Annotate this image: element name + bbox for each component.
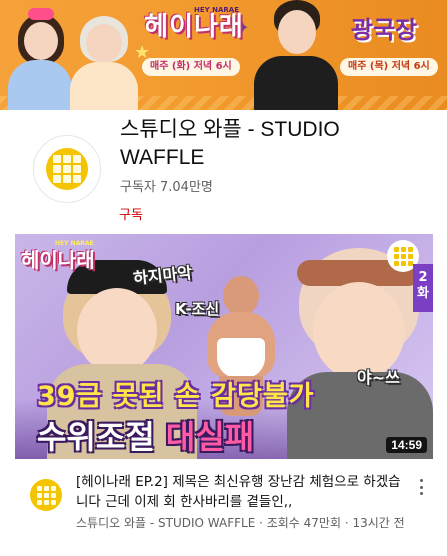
thumbnail-headline-2b: 대실패 bbox=[165, 418, 255, 456]
thumbnail-headline-2a: 수위조절 bbox=[37, 418, 166, 456]
thumbnail-headline-1: 39금 못된 손 감당불가 bbox=[37, 381, 315, 412]
video-duration: 14:59 bbox=[386, 437, 427, 453]
banner-show-logo-right: 광국장 bbox=[350, 16, 418, 44]
channel-avatar[interactable] bbox=[33, 135, 101, 203]
banner-schedule-right: 매주 (목) 저녁 6시 bbox=[340, 58, 438, 76]
channel-name: 스튜디오 와플 - STUDIO WAFFLE bbox=[120, 118, 340, 169]
video-title[interactable]: [헤이나래 EP.2] 제목은 최신유행 장난감 체험으로 하겠습니다 근데 이… bbox=[76, 472, 406, 512]
thumbnail-person-right bbox=[287, 242, 433, 459]
banner-host-1 bbox=[8, 6, 72, 110]
thumbnail-show-logo-sub: HEY NARAE bbox=[55, 240, 94, 247]
waffle-logo-icon bbox=[36, 485, 56, 505]
thumbnail-caption-right: 야~쓰 bbox=[357, 368, 400, 387]
thumbnail-headline-2: 수위조절 대실패 bbox=[37, 412, 254, 458]
video-thumbnail[interactable]: 헤이나래 HEY NARAE 하지마악 K-조신 야~쓰 2화 39금 못된 손… bbox=[15, 234, 433, 459]
banner-schedule-left: 매주 (화) 저녁 6시 bbox=[142, 58, 240, 76]
video-meta: 스튜디오 와플 - STUDIO WAFFLE · 조회수 47만회 · 13시… bbox=[76, 516, 405, 530]
subscriber-count: 구독자 7.04만명 bbox=[120, 180, 213, 195]
subscribe-button[interactable]: 구독 bbox=[119, 204, 143, 223]
thumbnail-show-logo: 헤이나래 bbox=[21, 248, 95, 272]
more-vert-icon[interactable] bbox=[414, 476, 428, 498]
video-channel-avatar[interactable] bbox=[30, 479, 62, 511]
channel-banner: ★ ✦ 헤이나래 HEY NARAE 매주 (화) 저녁 6시 광국장 매주 (… bbox=[0, 0, 447, 110]
banner-host-3 bbox=[254, 0, 338, 110]
episode-badge: 2화 bbox=[413, 264, 433, 312]
thumbnail-caption-mid: K-조신 bbox=[175, 300, 220, 318]
waffle-logo-icon bbox=[46, 148, 88, 190]
banner-host-2 bbox=[70, 6, 138, 110]
banner-show-logo-sub: HEY NARAE bbox=[194, 6, 240, 14]
